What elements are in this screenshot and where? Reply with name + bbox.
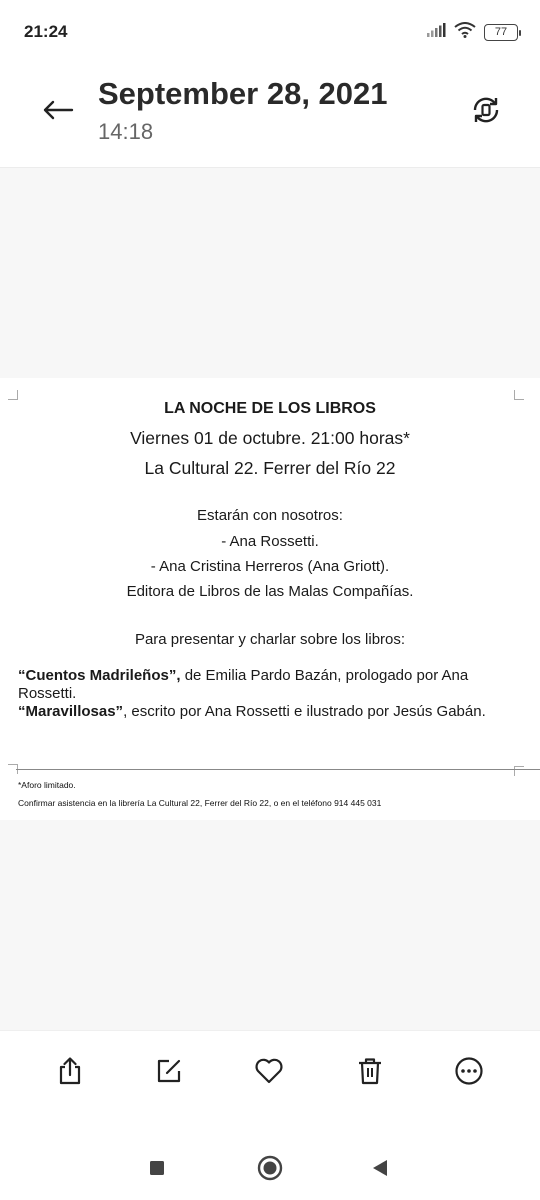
arrow-left-icon	[43, 100, 74, 120]
back-button[interactable]	[36, 92, 80, 128]
more-icon	[455, 1057, 483, 1085]
more-button[interactable]	[449, 1051, 489, 1091]
crop-mark	[514, 766, 524, 776]
wifi-icon	[454, 21, 476, 43]
edit-icon	[157, 1059, 181, 1083]
home-button[interactable]	[256, 1154, 284, 1182]
guest-role: Editora de Libros de las Malas Compañías…	[126, 583, 414, 600]
status-icons: 77	[426, 21, 521, 43]
crop-mark	[8, 390, 18, 400]
battery-icon: 77	[484, 23, 521, 41]
home-circle-icon	[257, 1155, 283, 1181]
image-viewer[interactable]: LA NOCHE DE LOS LIBROS Viernes 01 de oct…	[0, 168, 540, 1030]
rotate-button[interactable]	[466, 90, 506, 130]
footnote: *Aforo limitado.	[18, 780, 76, 790]
trash-icon	[359, 1058, 381, 1085]
action-toolbar	[0, 1030, 540, 1136]
book-description: de Emilia Pardo Bazán, prologado por Ana	[180, 667, 469, 684]
event-place: La Cultural 22. Ferrer del Río 22	[144, 458, 396, 478]
present-heading: Para presentar y charlar sobre los libro…	[134, 631, 406, 648]
recents-square-icon	[150, 1161, 164, 1175]
favorite-button[interactable]	[249, 1051, 289, 1091]
rotate-icon	[473, 97, 499, 123]
photo-header: September 28, 2021 14:18	[0, 64, 540, 168]
header-date: September 28, 2021	[98, 76, 388, 111]
flyer-document: LA NOCHE DE LOS LIBROS Viernes 01 de oct…	[0, 378, 540, 820]
nav-back-button[interactable]	[366, 1154, 394, 1182]
book-line: “Maravillosas”, escrito por Ana Rossetti…	[18, 703, 486, 720]
book-description: , escrito por Ana Rossetti e ilustrado p…	[123, 703, 486, 720]
guest-item: - Ana Rossetti.	[221, 533, 319, 550]
book-line: “Cuentos Madrileños”, de Emilia Pardo Ba…	[18, 667, 468, 684]
crop-mark	[514, 390, 524, 400]
guests-heading: Estarán con nosotros:	[197, 507, 343, 524]
flyer-title: LA NOCHE DE LOS LIBROS	[164, 400, 376, 417]
book-title: “Cuentos Madrileños”,	[18, 667, 181, 684]
delete-button[interactable]	[350, 1051, 390, 1091]
event-date: Viernes 01 de octubre. 21:00 horas*	[130, 428, 410, 448]
share-button[interactable]	[50, 1051, 90, 1091]
book-title: “Maravillosas”	[18, 703, 124, 720]
footnote: Confirmar asistencia en la librería La C…	[18, 798, 382, 808]
status-bar: 21:24 77	[0, 0, 540, 64]
system-navbar	[0, 1136, 540, 1200]
back-triangle-icon	[373, 1160, 387, 1176]
divider	[16, 769, 540, 770]
heart-icon	[255, 1058, 283, 1084]
edit-button[interactable]	[149, 1051, 189, 1091]
signal-icon	[426, 22, 446, 42]
header-time: 14:18	[98, 119, 154, 144]
status-time: 21:24	[24, 22, 68, 41]
recents-button[interactable]	[143, 1154, 171, 1182]
guest-item: - Ana Cristina Herreros (Ana Griott).	[150, 558, 390, 575]
share-icon	[59, 1057, 81, 1085]
book-line-continued: Rossetti.	[18, 685, 77, 702]
